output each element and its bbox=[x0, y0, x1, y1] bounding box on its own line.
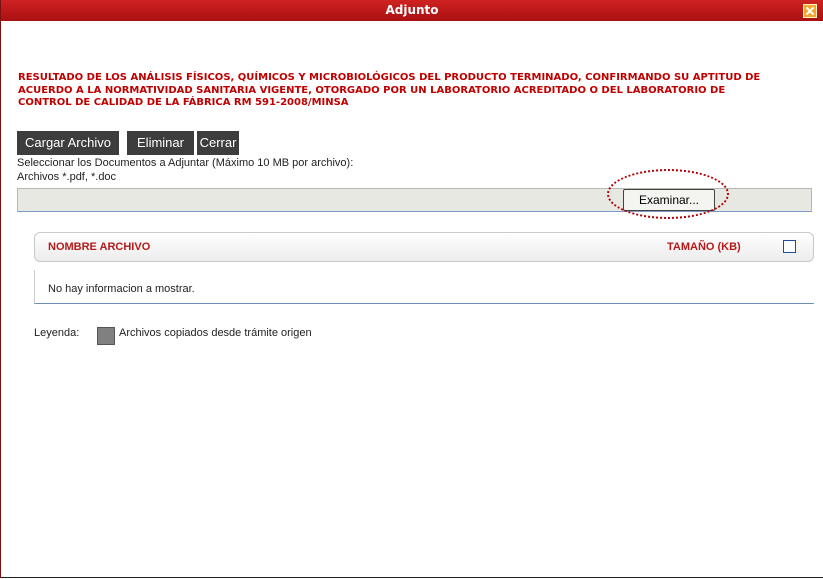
dialog-bottom-border bbox=[1, 577, 823, 578]
close-button[interactable]: Cerrar bbox=[197, 131, 239, 155]
upload-file-button[interactable]: Cargar Archivo bbox=[17, 131, 119, 155]
files-table-header: NOMBRE ARCHIVO TAMAÑO (KB) bbox=[34, 232, 814, 262]
browse-button[interactable]: Examinar... bbox=[623, 189, 715, 211]
select-all-checkbox[interactable] bbox=[783, 240, 796, 253]
legend-swatch bbox=[97, 327, 115, 345]
upload-instruction: Seleccionar los Documentos a Adjuntar (M… bbox=[17, 157, 354, 169]
files-table-body: No hay informacion a mostrar. bbox=[34, 270, 814, 304]
legend-copied-files-text: Archivos copiados desde trámite origen bbox=[119, 327, 312, 339]
delete-button[interactable]: Eliminar bbox=[127, 131, 194, 155]
attachment-dialog: Adjunto RESULTADO DE LOS ANÁLISIS FÍSICO… bbox=[0, 0, 823, 578]
heading-line-3: CONTROL DE CALIDAD DE LA FÁBRICA RM 591-… bbox=[18, 97, 349, 108]
close-icon[interactable] bbox=[803, 4, 817, 18]
legend-label: Leyenda: bbox=[34, 327, 80, 339]
column-file-name[interactable]: NOMBRE ARCHIVO bbox=[48, 241, 150, 253]
heading-line-2: ACUERDO A LA NORMATIVIDAD SANITARIA VIGE… bbox=[18, 84, 726, 96]
document-requirement-heading: RESULTADO DE LOS ANÁLISIS FÍSICOS, QUÍMI… bbox=[18, 72, 818, 110]
dialog-title: Adjunto bbox=[385, 3, 439, 17]
empty-table-message: No hay informacion a mostrar. bbox=[48, 283, 195, 295]
column-file-size[interactable]: TAMAÑO (KB) bbox=[667, 241, 741, 253]
allowed-file-types: Archivos *.pdf, *.doc bbox=[17, 171, 117, 183]
heading-line-1: RESULTADO DE LOS ANÁLISIS FÍSICOS, QUÍMI… bbox=[18, 72, 761, 83]
dialog-titlebar: Adjunto bbox=[1, 0, 823, 21]
